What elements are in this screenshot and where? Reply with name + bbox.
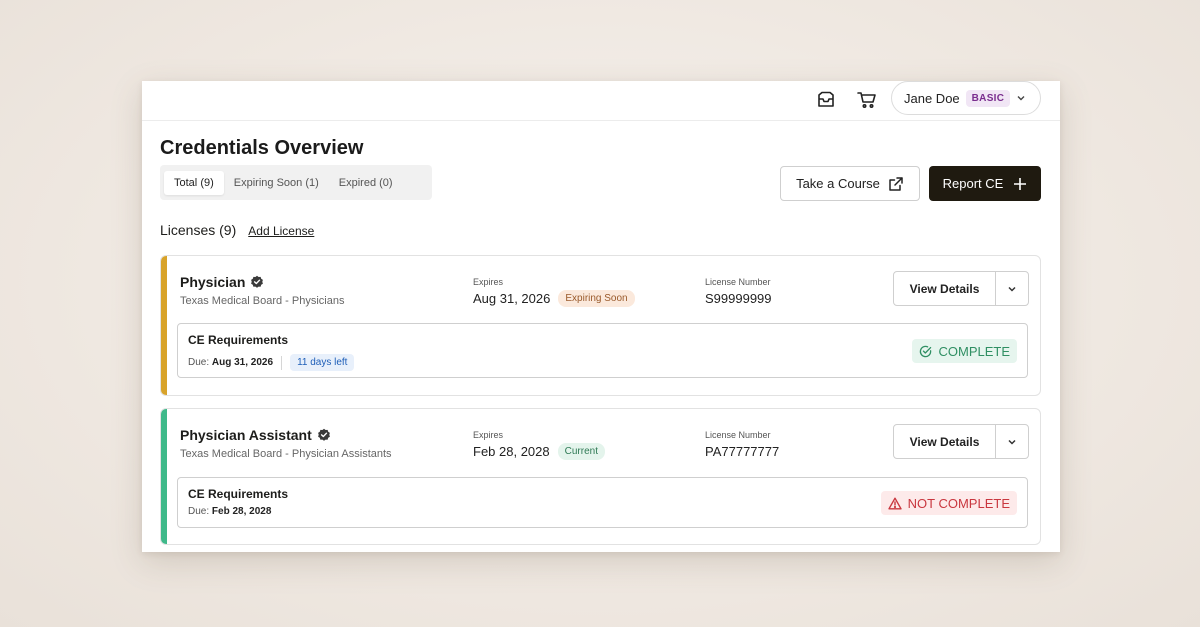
more-options-button[interactable] xyxy=(995,425,1028,458)
report-ce-button[interactable]: Report CE xyxy=(929,166,1041,201)
license-name-text: Physician xyxy=(180,274,246,290)
ce-due-date: Aug 31, 2026 xyxy=(211,357,274,368)
take-course-label: Take a Course xyxy=(796,176,880,191)
licenses-heading: Licenses (9) Add License xyxy=(160,222,314,238)
plus-icon xyxy=(1014,177,1027,190)
ce-due-label: Due: xyxy=(188,357,210,368)
chevron-down-icon xyxy=(1017,96,1025,101)
view-details-group: View Details xyxy=(893,424,1029,459)
ce-requirements-box[interactable]: CE Requirements Due: Feb 28, 2028 NOT CO… xyxy=(177,477,1028,528)
ce-title: CE Requirements xyxy=(188,333,289,347)
ce-status-text: NOT COMPLETE xyxy=(907,495,1010,511)
ce-title: CE Requirements xyxy=(188,487,289,501)
license-name: Physician Assistant xyxy=(180,427,331,443)
plan-badge: BASIC xyxy=(965,89,1011,107)
top-bar: Jane Doe BASIC xyxy=(142,81,1060,121)
license-accent-stripe xyxy=(161,256,167,395)
license-card-physician-assistant: Physician Assistant Texas Medical Board … xyxy=(160,408,1041,545)
license-board: Texas Medical Board - Physicians xyxy=(180,295,345,307)
filter-tabs: Total (9) Expiring Soon (1) Expired (0) xyxy=(160,165,432,200)
days-left-badge: 11 days left xyxy=(290,354,355,371)
report-ce-label: Report CE xyxy=(942,176,1004,191)
verified-badge-icon xyxy=(317,428,330,441)
inbox-icon[interactable] xyxy=(814,88,838,112)
tab-total-count: (9) xyxy=(200,176,214,189)
expires-label: Expires xyxy=(473,277,504,287)
license-number: S99999999 xyxy=(705,291,772,306)
take-course-button[interactable]: Take a Course xyxy=(780,166,920,201)
check-circle-icon xyxy=(920,345,932,357)
license-board: Texas Medical Board - Physician Assistan… xyxy=(180,448,392,460)
license-accent-stripe xyxy=(161,409,167,544)
license-name: Physician xyxy=(180,274,264,290)
ce-status-text: COMPLETE xyxy=(938,343,1010,359)
verified-badge-icon xyxy=(251,275,264,288)
tab-expiring-soon-count: (1) xyxy=(305,176,319,189)
page-title: Credentials Overview xyxy=(160,137,364,159)
more-options-button[interactable] xyxy=(995,272,1028,305)
license-name-text: Physician Assistant xyxy=(180,427,312,443)
license-number-label: License Number xyxy=(705,277,771,287)
chevron-down-icon xyxy=(1008,286,1016,292)
cart-icon[interactable] xyxy=(855,88,879,112)
tab-expired-count: (0) xyxy=(379,176,393,189)
licenses-count: Licenses (9) xyxy=(160,222,237,238)
expires-date: Feb 28, 2028 xyxy=(473,444,550,459)
add-license-link[interactable]: Add License xyxy=(248,224,314,238)
tab-total-label: Total xyxy=(174,176,198,189)
expires-label: Expires xyxy=(473,430,504,440)
external-link-icon xyxy=(889,176,903,191)
license-card-physician: Physician Texas Medical Board - Physicia… xyxy=(160,255,1041,396)
divider xyxy=(281,355,283,370)
expires-value: Aug 31, 2026 Expiring Soon xyxy=(473,290,635,307)
ce-due: Due: Feb 28, 2028 xyxy=(188,506,271,517)
user-menu[interactable]: Jane Doe BASIC xyxy=(891,81,1041,115)
view-details-button[interactable]: View Details xyxy=(894,272,995,305)
credentials-card: Jane Doe BASIC Credentials Overview Tota… xyxy=(142,81,1060,552)
tab-expiring-soon-label: Expiring Soon xyxy=(233,176,303,189)
ce-due-date: Feb 28, 2028 xyxy=(211,506,272,517)
tab-expired[interactable]: Expired (0) xyxy=(329,171,403,195)
chevron-down-icon xyxy=(1008,439,1016,445)
license-number-label: License Number xyxy=(705,430,771,440)
ce-due-label: Due: xyxy=(188,506,210,517)
warning-triangle-icon xyxy=(887,497,902,509)
tab-expiring-soon[interactable]: Expiring Soon (1) xyxy=(224,171,329,195)
user-name: Jane Doe xyxy=(904,90,960,106)
license-number: PA77777777 xyxy=(705,444,780,459)
status-badge: Expiring Soon xyxy=(558,290,635,307)
view-details-button[interactable]: View Details xyxy=(894,425,995,458)
ce-status-not-complete: NOT COMPLETE xyxy=(880,491,1017,515)
tab-total[interactable]: Total (9) xyxy=(164,170,224,195)
expires-date: Aug 31, 2026 xyxy=(473,291,551,306)
ce-status-complete: COMPLETE xyxy=(912,339,1017,363)
tab-expired-label: Expired xyxy=(338,176,377,189)
ce-due: Due: Aug 31, 2026 11 days left xyxy=(188,354,355,371)
expires-value: Feb 28, 2028 Current xyxy=(473,443,605,460)
status-badge: Current xyxy=(557,443,605,460)
view-details-group: View Details xyxy=(893,271,1029,306)
ce-requirements-box[interactable]: CE Requirements Due: Aug 31, 2026 11 day… xyxy=(177,323,1028,378)
